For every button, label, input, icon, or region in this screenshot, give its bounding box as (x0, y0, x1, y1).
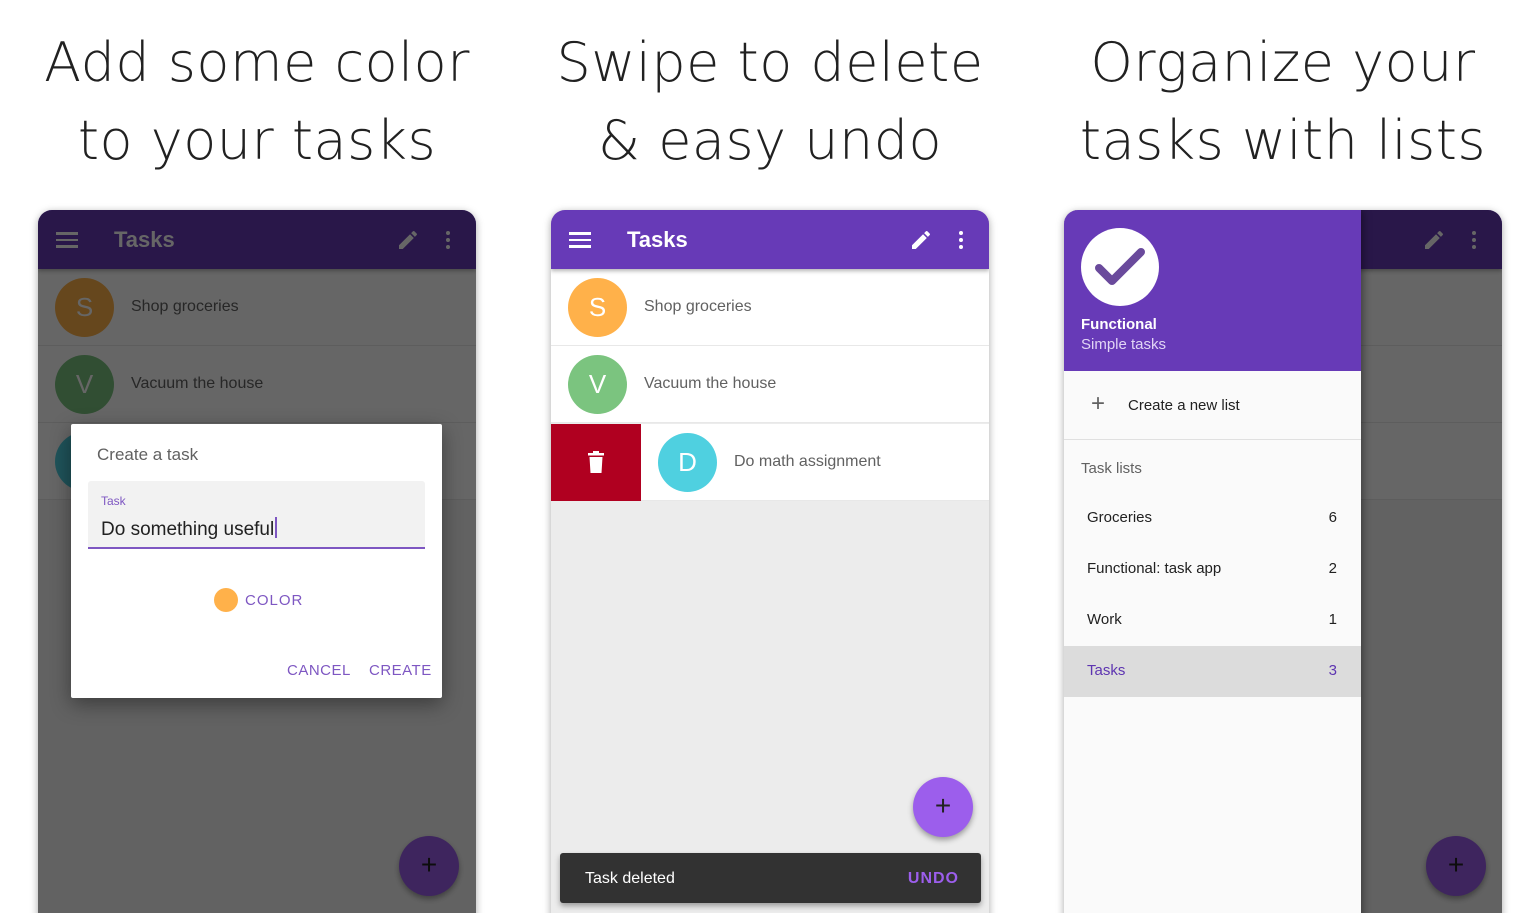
phone-create-task: Tasks S Shop groceries V Vacuum the hous… (38, 210, 476, 913)
task-input-label: Task (101, 494, 126, 508)
navigation-drawer: Functional Simple tasks + Create a new l… (1064, 210, 1361, 913)
list-item-functional[interactable]: Functional: task app 2 (1064, 544, 1361, 595)
avatar: S (568, 278, 627, 337)
list-count: 6 (1328, 509, 1337, 526)
app-bar-title: Tasks (627, 227, 688, 252)
snackbar-message: Task deleted (585, 870, 675, 887)
task-input-text: Do something useful (101, 519, 275, 540)
app-bar: Tasks (551, 210, 989, 269)
task-input[interactable]: Task Do something useful (88, 481, 425, 549)
caption-line: to your tasks (77, 109, 437, 172)
add-task-fab[interactable]: + (913, 777, 973, 837)
list-count: 3 (1328, 662, 1337, 679)
snackbar: Task deleted UNDO (560, 853, 981, 903)
undo-button[interactable]: UNDO (908, 870, 959, 888)
drawer-app-subtitle: Simple tasks (1081, 336, 1167, 353)
list-name: Groceries (1087, 509, 1153, 526)
drawer-app-name: Functional (1081, 316, 1157, 333)
caption-color: Add some color to your tasks (27, 24, 487, 180)
list-item-work[interactable]: Work 1 (1064, 595, 1361, 646)
caption-lists: Organize your tasks with lists (1053, 24, 1513, 180)
task-text: Shop groceries (644, 298, 752, 315)
list-item-groceries[interactable]: Groceries 6 (1064, 493, 1361, 544)
task-row[interactable]: S Shop groceries (551, 269, 989, 346)
more-vert-icon[interactable] (949, 228, 973, 252)
cancel-button[interactable]: CANCEL (287, 662, 351, 679)
create-button[interactable]: CREATE (369, 662, 432, 679)
caption-line: & easy undo (597, 109, 943, 172)
list-name: Tasks (1087, 662, 1126, 679)
list-count: 2 (1328, 560, 1337, 577)
trash-icon (588, 451, 604, 473)
avatar: V (568, 355, 627, 414)
app-logo-icon (1081, 228, 1159, 306)
task-text: Do math assignment (734, 453, 881, 470)
task-row[interactable]: V Vacuum the house (551, 346, 989, 423)
create-list-label: Create a new list (1128, 397, 1240, 414)
task-row-swiping[interactable]: D Do math assignment (641, 424, 989, 501)
create-list-button[interactable]: + Create a new list (1064, 372, 1361, 440)
task-input-value[interactable]: Do something useful (101, 517, 277, 541)
list-name: Functional: task app (1087, 560, 1222, 577)
dialog-title: Create a task (97, 445, 199, 464)
color-dot-icon (214, 588, 238, 612)
section-title: Task lists (1081, 460, 1142, 477)
caption-line: tasks with lists (1079, 109, 1487, 172)
list-count: 1 (1328, 611, 1337, 628)
swipe-delete-background (551, 424, 641, 501)
caption-line: Add some color (44, 31, 470, 94)
text-cursor (275, 517, 277, 538)
list-name: Work (1087, 611, 1122, 628)
color-label: COLOR (245, 592, 304, 609)
drawer-header: Functional Simple tasks (1064, 210, 1361, 371)
pencil-icon[interactable] (909, 228, 933, 252)
create-task-dialog: Create a task Task Do something useful C… (71, 424, 442, 698)
phone-swipe-delete: Tasks S Shop groceries V Vacuum the hous… (551, 210, 989, 913)
list-item-tasks[interactable]: Tasks 3 (1064, 646, 1361, 697)
phone-task-lists: Tasks + Functional Simple tasks + Create… (1064, 210, 1502, 913)
caption-line: Swipe to delete (556, 31, 984, 94)
checkmark-icon (1095, 248, 1145, 285)
caption-line: Organize your (1090, 31, 1476, 94)
avatar: D (658, 433, 717, 492)
plus-icon: + (1091, 390, 1106, 417)
task-text: Vacuum the house (644, 375, 777, 392)
caption-swipe: Swipe to delete & easy undo (540, 24, 1000, 180)
menu-icon[interactable] (569, 232, 591, 248)
